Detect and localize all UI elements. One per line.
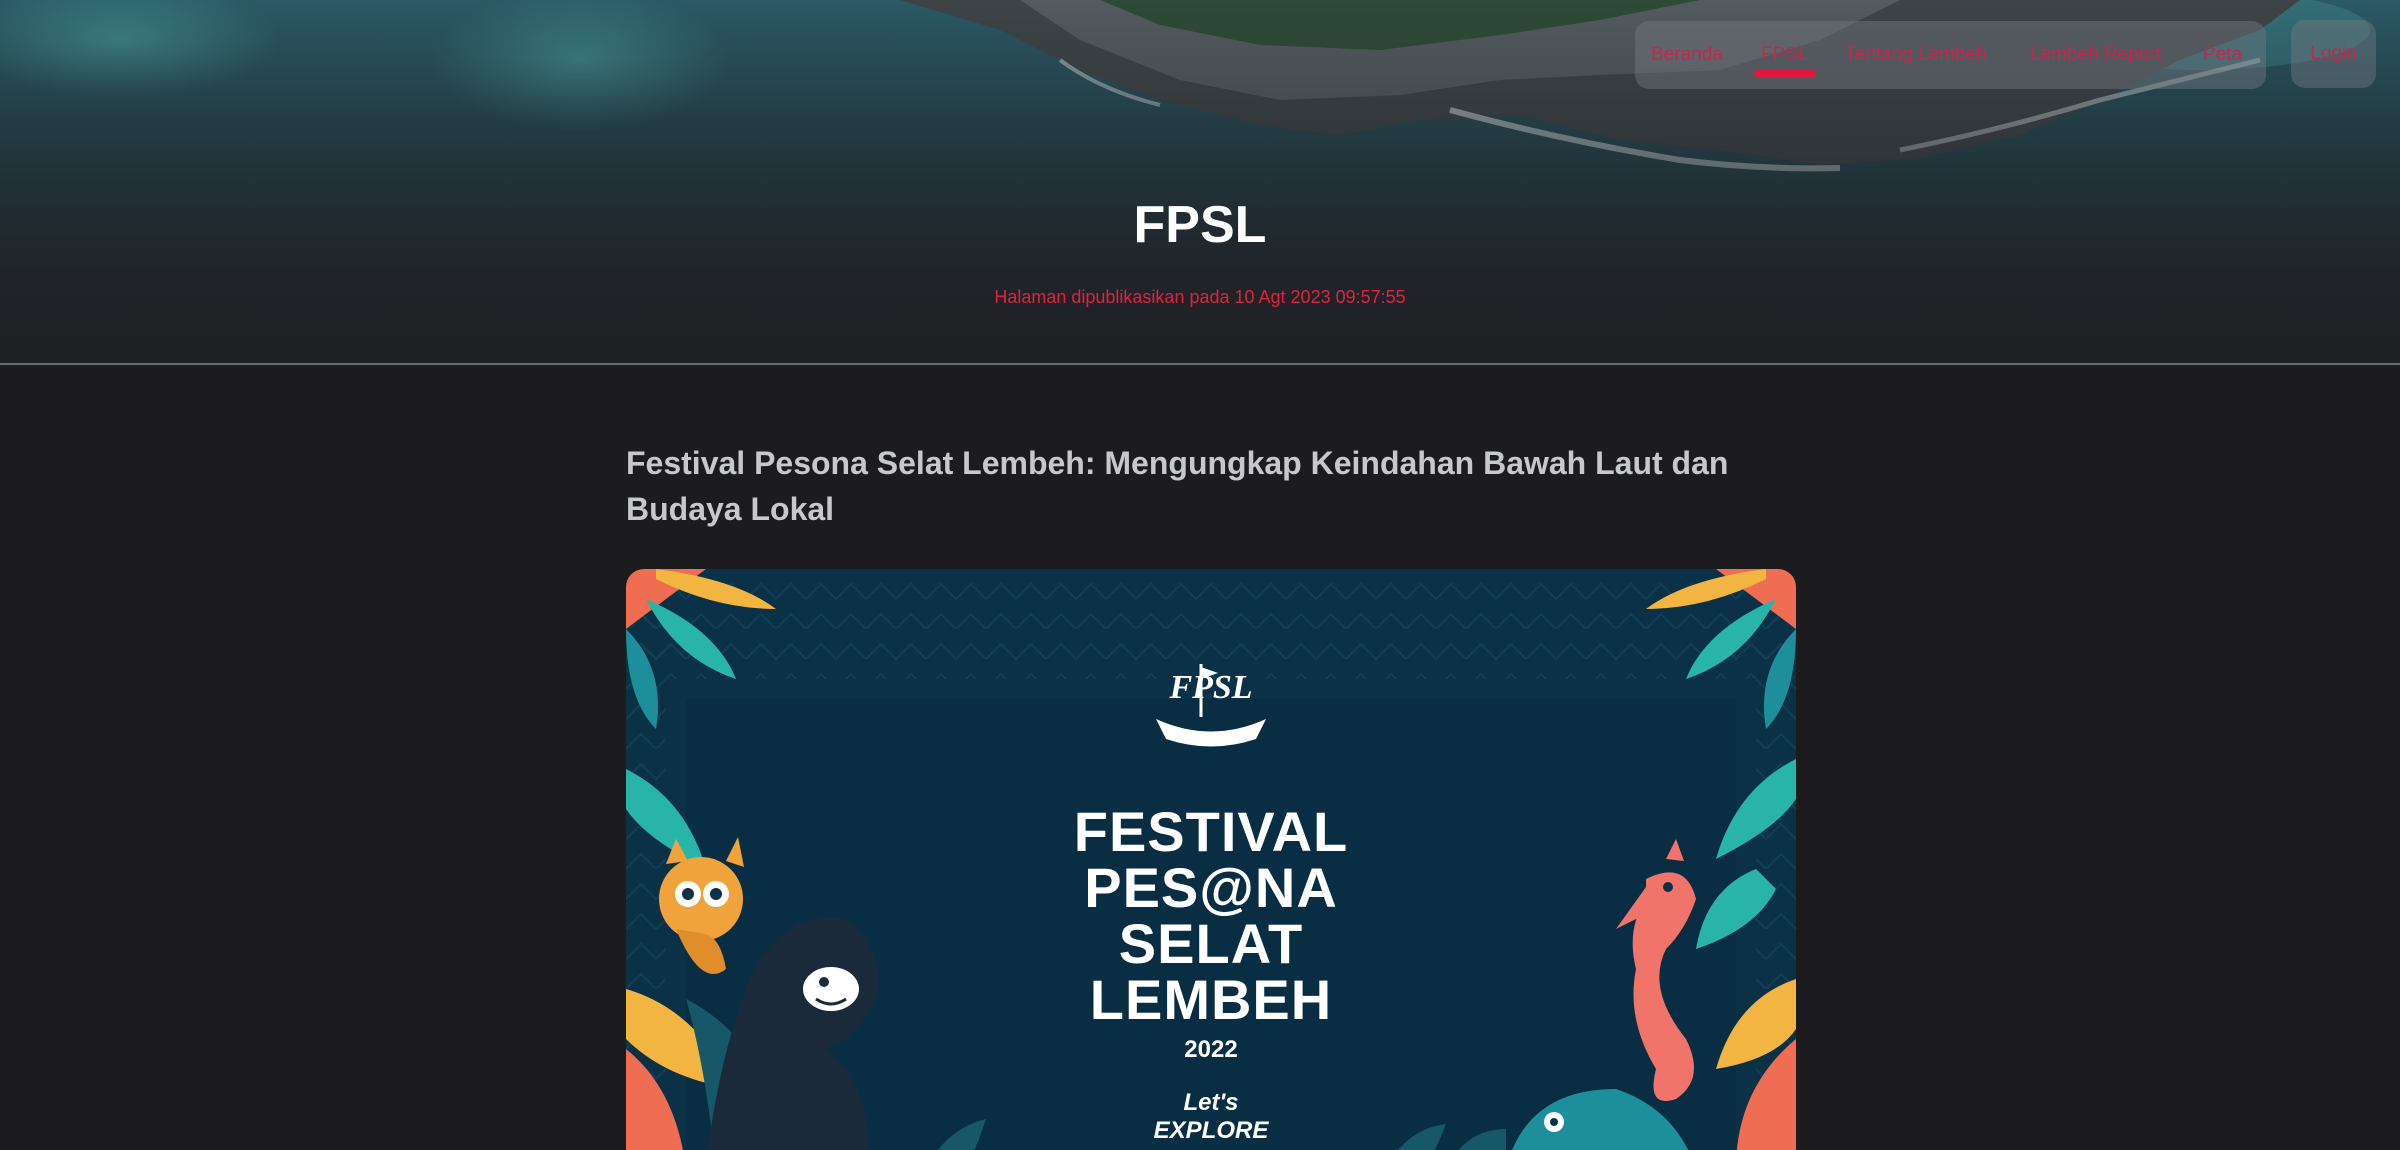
nav-item-tentang-lembeh[interactable]: Tentang Lembeh	[1845, 44, 1987, 66]
festival-poster-image: FPSL FESTIVAL PES@NA SELAT LEMBEH 2022 L…	[626, 569, 1796, 1150]
fpsl-logo: FPSL	[1169, 669, 1253, 706]
hero-banner: Beranda FPSL Tentang Lembeh Lembeh Repor…	[0, 0, 2400, 364]
publish-date: Halaman dipublikasikan pada 10 Agt 2023 …	[994, 287, 1406, 307]
poster-line-3: SELAT	[1118, 912, 1304, 975]
nav-item-beranda[interactable]: Beranda	[1651, 44, 1723, 66]
poster-line-1: FESTIVAL	[1073, 800, 1349, 863]
hero-divider	[0, 363, 2400, 365]
poster-line-4: LEMBEH	[1089, 968, 1333, 1031]
poster-year: 2022	[1184, 1036, 1238, 1063]
page-title: FPSL	[1133, 196, 1267, 254]
nav-item-lembeh-report[interactable]: Lembeh Report	[2030, 44, 2161, 66]
login-button[interactable]: Login	[2291, 20, 2376, 88]
article-title: Festival Pesona Selat Lembeh: Mengungkap…	[626, 445, 1729, 527]
poster-tagline: Let's EXPLORE	[1153, 1089, 1269, 1144]
nav-item-fpsl[interactable]: FPSL	[1761, 44, 1809, 66]
nav-active-indicator	[1754, 70, 1816, 77]
poster-headline: FESTIVAL PES@NA SELAT LEMBEH 2022	[626, 804, 1796, 1064]
nav-item-peta[interactable]: Peta	[2203, 44, 2242, 66]
poster-line-2: PES@NA	[1084, 856, 1338, 919]
